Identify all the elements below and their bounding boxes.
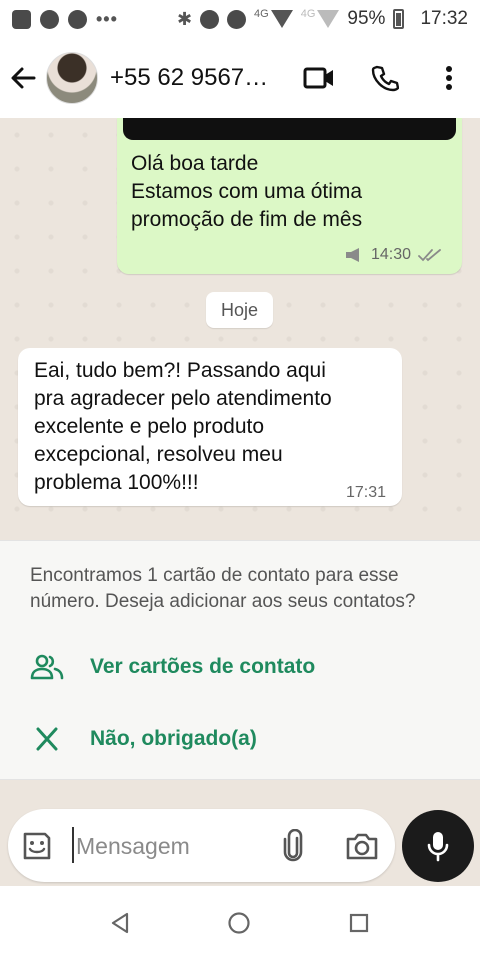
view-contact-cards-label: Ver cartões de contato xyxy=(90,655,316,678)
incoming-line-4: excepcional, resolveu meu xyxy=(34,443,283,466)
network-type-label: 4G xyxy=(254,8,269,20)
attach-button[interactable] xyxy=(276,828,310,864)
view-contact-cards-button[interactable]: Ver cartões de contato xyxy=(30,647,315,687)
alarm-icon xyxy=(227,9,247,29)
battery-icon xyxy=(393,9,405,29)
outgoing-line-2: Estamos com uma ótima xyxy=(131,180,363,203)
outgoing-line-3: promoção de fim de mês xyxy=(131,208,363,231)
paperclip-icon xyxy=(283,829,303,862)
voice-call-button[interactable] xyxy=(352,38,418,118)
instagram-icon xyxy=(12,9,31,29)
status-bar: ••• ✱ 4G 4G 95% 17:32 xyxy=(0,0,480,38)
close-icon xyxy=(36,727,58,751)
nav-home-icon xyxy=(228,912,250,934)
signal-type-label: 4G xyxy=(300,8,316,20)
incoming-line-2: pra agradecer pelo atendimento xyxy=(34,387,332,410)
camera-icon xyxy=(346,833,378,860)
outgoing-line-1: Olá boa tarde xyxy=(131,152,259,175)
dismiss-contact-label: Não, obrigado(a) xyxy=(90,727,257,750)
chat-area[interactable]: Olá boa tarde Estamos com uma ótima prom… xyxy=(0,118,480,540)
outgoing-timestamp: 14:30 xyxy=(371,246,412,263)
contact-card-banner: Encontramos 1 cartão de contato para ess… xyxy=(0,540,480,780)
clock: 17:32 xyxy=(420,8,468,29)
contact-card-message: Encontramos 1 cartão de contato para ess… xyxy=(30,565,416,612)
emoji-button[interactable] xyxy=(20,829,54,863)
incoming-line-3: excelente e pelo produto xyxy=(34,415,265,438)
nav-recents-button[interactable] xyxy=(339,903,379,943)
more-options-icon xyxy=(446,66,452,90)
contact-avatar[interactable] xyxy=(46,52,98,104)
incoming-line-1: Eai, tudo bem?! Passando aqui xyxy=(34,359,326,382)
incoming-message-text: Eai, tudo bem?! Passando aqui pra agrade… xyxy=(34,357,394,497)
more-notifications-icon: ••• xyxy=(96,8,118,29)
outgoing-message-meta: 14:30 xyxy=(344,246,442,264)
contacts-icon xyxy=(30,654,64,680)
contact-name[interactable]: +55 62 9567… xyxy=(110,64,278,92)
more-options-button[interactable] xyxy=(418,38,480,118)
date-separator: Hoje xyxy=(206,292,273,328)
voice-message-button[interactable] xyxy=(402,810,474,882)
nav-recents-icon xyxy=(349,913,369,933)
back-button[interactable] xyxy=(0,38,46,118)
wifi-icon xyxy=(270,10,293,28)
incoming-line-5: problema 100%!!! xyxy=(34,471,199,494)
dismiss-contact-button[interactable]: Não, obrigado(a) xyxy=(30,719,257,759)
camera-button[interactable] xyxy=(344,829,380,863)
double-check-icon xyxy=(418,249,441,262)
message-input[interactable] xyxy=(76,827,266,865)
video-call-icon xyxy=(303,67,333,89)
broadcast-icon xyxy=(346,248,359,262)
incoming-timestamp: 17:31 xyxy=(346,484,387,501)
back-arrow-icon xyxy=(11,67,36,89)
whatsapp-icon xyxy=(68,9,87,29)
nav-back-icon xyxy=(111,912,129,934)
video-call-button[interactable] xyxy=(286,38,352,118)
outgoing-image-preview[interactable] xyxy=(123,118,456,140)
emoji-icon xyxy=(23,832,51,860)
microphone-icon xyxy=(427,832,449,862)
chat-header: +55 62 9567… xyxy=(0,38,480,118)
bluetooth-icon: ✱ xyxy=(176,8,193,29)
battery-percent: 95% xyxy=(347,8,386,29)
cell-signal-icon xyxy=(317,10,340,28)
text-cursor xyxy=(72,827,74,863)
do-not-disturb-icon xyxy=(200,9,220,29)
nav-back-button[interactable] xyxy=(100,903,140,943)
system-navigation-bar xyxy=(0,886,480,960)
nav-home-button[interactable] xyxy=(219,903,259,943)
chat-notification-icon xyxy=(40,9,59,29)
outgoing-message-text: Olá boa tarde Estamos com uma ótima prom… xyxy=(131,150,451,234)
voice-call-icon xyxy=(371,65,399,92)
